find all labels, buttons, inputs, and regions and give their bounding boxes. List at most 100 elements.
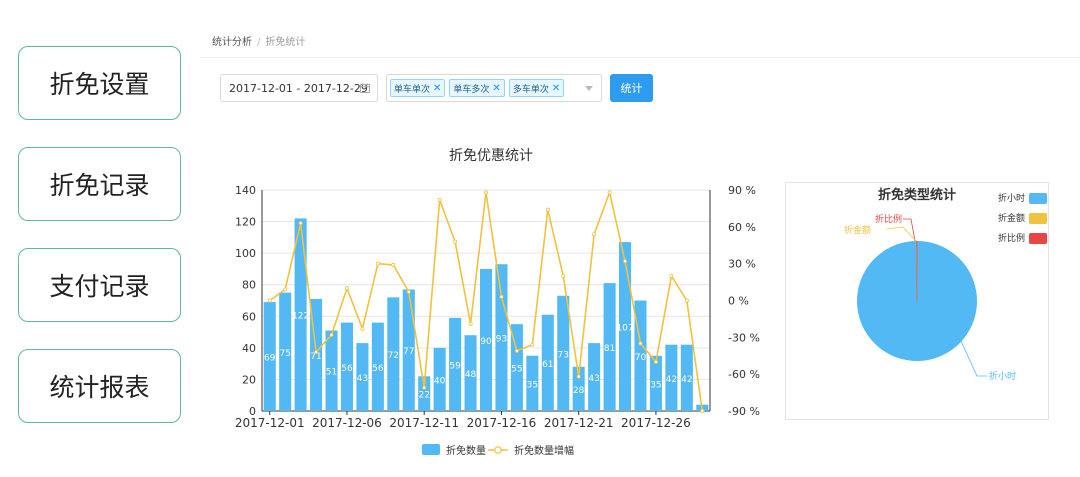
- bar-data-label: 28: [573, 386, 585, 396]
- x-tick-label: 2017-12-16: [467, 416, 537, 430]
- tag-label: 单车多次: [453, 84, 490, 95]
- growth-point: [422, 385, 427, 390]
- tag-single-car-multi: 单车多次 ✕: [449, 79, 505, 97]
- bar-data-label: 122: [292, 312, 309, 322]
- close-icon[interactable]: ✕: [492, 83, 500, 94]
- growth-point: [669, 273, 674, 278]
- y-tick-label: 20: [242, 373, 256, 386]
- growth-point: [623, 259, 628, 264]
- x-tick-label: 2017-12-01: [235, 416, 305, 430]
- y-tick-label: 60: [242, 310, 256, 323]
- tag-label: 单车单次: [394, 84, 431, 95]
- tag-multi-car-single: 多车单次 ✕: [508, 79, 565, 97]
- pie-legend-label: 折小时: [998, 192, 1025, 204]
- breadcrumb-parent[interactable]: 统计分析: [212, 37, 252, 48]
- bar-data-label: 73: [558, 350, 569, 360]
- growth-point: [298, 221, 303, 226]
- sidebar-item-discount-settings[interactable]: 折免设置: [18, 46, 181, 120]
- y2-tick-label: 0 %: [728, 295, 749, 308]
- growth-point: [267, 298, 272, 303]
- y2-tick-label: -90 %: [728, 405, 760, 418]
- y-tick-label: 120: [235, 216, 256, 229]
- bar-data-label: 56: [341, 364, 353, 374]
- close-icon[interactable]: ✕: [552, 83, 560, 94]
- statistics-button[interactable]: 统计: [610, 74, 653, 102]
- x-tick-label: 2017-12-06: [312, 416, 382, 430]
- growth-point: [468, 321, 473, 326]
- bar-data-label: 35: [650, 380, 661, 390]
- legend-line-label: 折免数量增幅: [514, 444, 574, 457]
- y2-tick-label: 60 %: [728, 221, 756, 234]
- bar-data-label: 81: [604, 344, 615, 354]
- y-tick-label: 140: [235, 184, 256, 197]
- pie-callout-line: [886, 226, 917, 242]
- growth-point: [638, 341, 643, 346]
- breadcrumb-current: 折免统计: [265, 37, 306, 48]
- bar-data-label: 77: [403, 347, 414, 357]
- growth-point: [283, 287, 288, 292]
- growth-point: [561, 273, 566, 278]
- pie-legend-swatch: [1029, 233, 1047, 244]
- close-icon[interactable]: ✕: [433, 83, 441, 94]
- main-content: 统计分析 / 折免统计 2017-12-01 - 2017-12-29 单车单次 ✕ …: [200, 0, 1080, 477]
- pie-callout-label: 折金额: [844, 224, 871, 236]
- pie-callout-line: [960, 340, 987, 377]
- growth-point: [329, 332, 334, 337]
- pie-chart-title: 折免类型统计: [878, 187, 956, 203]
- growth-point: [344, 286, 349, 291]
- bar-data-label: 55: [511, 365, 522, 375]
- growth-point: [514, 348, 519, 353]
- bar-data-label: 72: [388, 351, 399, 361]
- growth-point: [453, 239, 458, 244]
- pie-legend-swatch: [1029, 193, 1047, 204]
- growth-point: [653, 359, 658, 364]
- discount-bar-line-chart: 020406080100120140-90 %-60 %-30 %0 %30 %…: [235, 184, 760, 457]
- chevron-down-icon[interactable]: [585, 86, 593, 91]
- growth-point: [360, 326, 365, 331]
- breadcrumb-separator: /: [257, 37, 261, 48]
- growth-point: [607, 190, 612, 195]
- calendar-icon[interactable]: [360, 83, 370, 93]
- growth-point: [576, 374, 581, 379]
- tag-single-car-single: 单车单次 ✕: [390, 79, 446, 97]
- x-tick-label: 2017-12-11: [389, 416, 459, 430]
- y-tick-label: 100: [235, 247, 256, 260]
- y2-tick-label: 90 %: [728, 184, 756, 197]
- sidebar-item-statistics-report[interactable]: 统计报表: [18, 349, 181, 423]
- discount-type-pie-chart: 折免类型统计 折小时折金额折比例折小时折比例折金额: [844, 187, 1047, 382]
- bar-chart-title: 折免优惠统计: [449, 148, 533, 164]
- bar-data-label: 70: [635, 353, 647, 363]
- legend-bar-swatch: [422, 444, 440, 455]
- bar-data-label: 107: [616, 324, 633, 334]
- y2-tick-label: 30 %: [728, 258, 756, 271]
- growth-point: [483, 190, 488, 195]
- y2-tick-label: -30 %: [728, 331, 760, 344]
- type-multi-select[interactable]: 单车单次 ✕ 单车多次 ✕ 多车单次 ✕: [386, 74, 602, 102]
- x-tick-label: 2017-12-21: [544, 416, 614, 430]
- breadcrumb: 统计分析 / 折免统计: [212, 33, 305, 48]
- sidebar-item-payment-records[interactable]: 支付记录: [18, 248, 181, 322]
- bar-data-label: 61: [542, 360, 553, 370]
- bar-data-label: 40: [434, 376, 446, 386]
- bar-data-label: 90: [480, 337, 492, 347]
- sidebar-item-discount-records[interactable]: 折免记录: [18, 147, 181, 221]
- pie-chart-panel: 折免类型统计 折小时 折金额 折比例 折小时 折比例 折金额: [785, 182, 1049, 420]
- bar-data-label: 51: [326, 368, 337, 378]
- growth-point: [391, 262, 396, 267]
- growth-point: [700, 408, 705, 413]
- legend-bar-label: 折免数量: [446, 444, 486, 457]
- growth-point: [592, 232, 597, 237]
- bar-data-label: 69: [264, 354, 276, 364]
- pie-callout-label: 折小时: [989, 370, 1016, 382]
- bar-data-label: 43: [357, 374, 368, 384]
- tag-label: 多车单次: [512, 84, 549, 95]
- bar-data-label: 35: [527, 380, 538, 390]
- growth-point: [530, 342, 535, 347]
- growth-point: [684, 298, 689, 303]
- bar-data-label: 43: [588, 374, 599, 384]
- y2-tick-label: -60 %: [728, 368, 760, 381]
- y-tick-label: 40: [242, 342, 256, 355]
- date-range-picker[interactable]: 2017-12-01 - 2017-12-29: [220, 74, 378, 102]
- x-tick-label: 2017-12-26: [621, 416, 691, 430]
- bar-data-label: 59: [449, 361, 461, 371]
